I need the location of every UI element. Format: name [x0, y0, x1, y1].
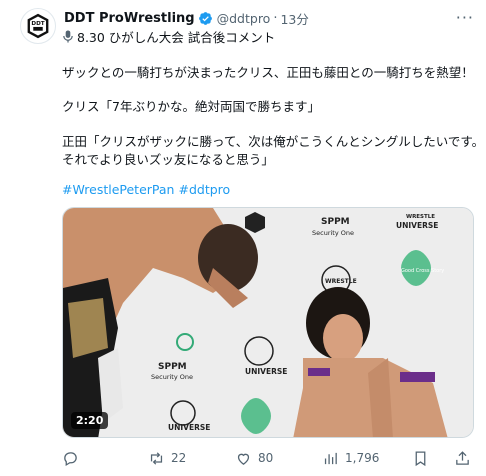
separator-dot: · — [273, 10, 278, 26]
views-button[interactable]: 1,796 — [322, 446, 379, 470]
verified-badge-icon — [198, 11, 212, 25]
space-line-text: 8.30 ひがしん大会 試合後コメント — [77, 30, 276, 45]
author-name[interactable]: DDT ProWrestling — [64, 11, 195, 26]
reply-button[interactable] — [62, 446, 85, 470]
svg-text:DDT: DDT — [31, 21, 44, 27]
tweet-header: DDT ProWrestling @ddtpro · 13分 — [64, 8, 309, 28]
banner-text-universe: UNIVERSE — [396, 221, 438, 230]
share-icon — [456, 450, 469, 465]
timestamp[interactable]: 13分 — [280, 9, 308, 28]
tweet: DDT DDT ProWrestling @ddtpro · 13分 ··· 8… — [0, 0, 486, 476]
video-duration: 2:20 — [71, 412, 109, 429]
banner-text-wrestle: WRESTLE — [406, 214, 435, 220]
bookmark-icon — [415, 450, 426, 466]
svg-text:Security One: Security One — [151, 373, 193, 381]
retweet-icon — [150, 451, 163, 465]
svg-text:WRESTLE: WRESTLE — [325, 278, 357, 285]
bookmark-button[interactable] — [412, 446, 429, 470]
tweet-text-line-2: クリス「7年ぶりかな。絶対両国で勝ちます」 — [62, 99, 320, 114]
share-button[interactable] — [454, 446, 471, 470]
video-player[interactable]: SPPM Security One WRESTLE UNIVERSE WREST… — [62, 207, 474, 438]
reply-icon — [64, 451, 77, 466]
action-bar: 22 80 1,796 — [62, 446, 474, 470]
heart-icon — [237, 453, 250, 465]
tweet-text-line-3: 正田「クリスがザックに勝って、次は俺がこうくんとシングルしたいです。 — [62, 134, 485, 149]
hashtags: #WrestlePeterPan #ddtpro — [62, 182, 234, 197]
video-frame: SPPM Security One WRESTLE UNIVERSE WREST… — [63, 208, 473, 437]
svg-text:UNIVERSE: UNIVERSE — [245, 367, 287, 376]
like-count: 80 — [258, 451, 274, 465]
hashtag-link[interactable]: #WrestlePeterPan — [62, 182, 174, 197]
views-count: 1,796 — [345, 451, 380, 465]
author-handle[interactable]: @ddtpro — [217, 11, 271, 26]
hashtag-link[interactable]: #ddtpro — [178, 182, 230, 197]
banner-text-sppm: SPPM — [321, 217, 350, 227]
views-chart-icon — [324, 452, 337, 464]
more-options-icon[interactable]: ··· — [456, 8, 474, 27]
svg-text:SPPM: SPPM — [158, 362, 187, 372]
like-button[interactable]: 80 — [235, 446, 273, 470]
svg-text:UNIVERSE: UNIVERSE — [168, 423, 210, 432]
retweet-count: 22 — [171, 451, 187, 465]
tweet-text-line-1: ザックとの一騎打ちが決まったクリス、正田も藤田との一騎打ちを熱望！ — [62, 65, 474, 80]
microphone-icon — [63, 30, 73, 43]
retweet-button[interactable]: 22 — [148, 446, 186, 470]
space-line[interactable]: 8.30 ひがしん大会 試合後コメント — [62, 27, 275, 46]
tweet-text-line-4: それでより良いズッ友になると思う」 — [62, 152, 274, 167]
banner-text-security: Security One — [312, 229, 354, 237]
banner-text-goodcross: Good Cross Story — [401, 268, 444, 274]
avatar[interactable]: DDT — [20, 8, 56, 44]
